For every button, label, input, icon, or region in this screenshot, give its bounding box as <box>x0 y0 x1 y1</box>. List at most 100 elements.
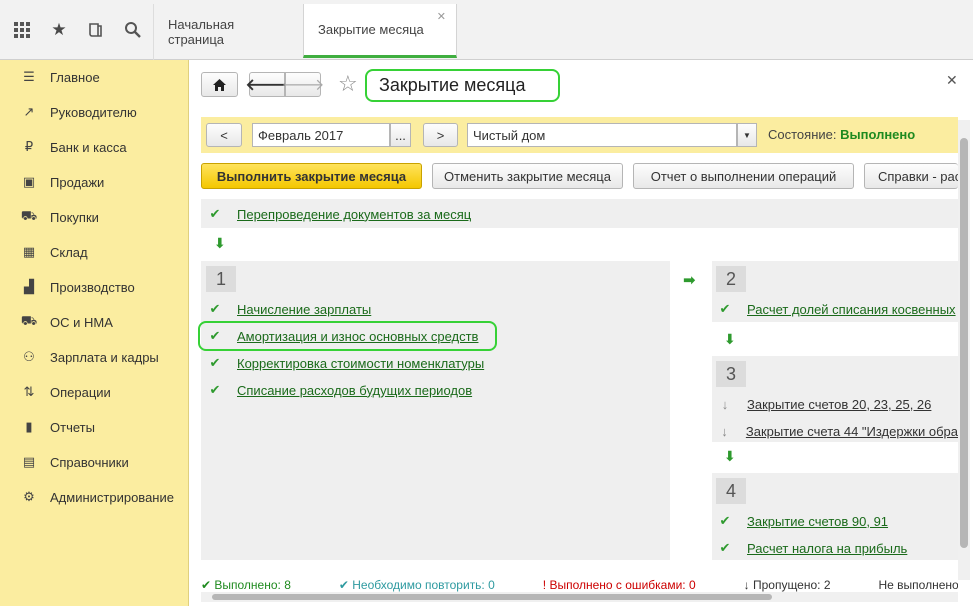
tab-month-close[interactable]: Закрытие месяца ✕ <box>303 4 457 58</box>
sidebar-item[interactable]: ⚇ Зарплата и кадры <box>0 345 189 369</box>
back-button[interactable]: 🡐 <box>246 72 288 97</box>
history-icon[interactable] <box>84 18 108 42</box>
step-item[interactable]: ↓ Закрытие счета 44 "Издержки обра <box>717 421 958 441</box>
step-item[interactable]: ✔ Расчет долей списания косвенных <box>717 299 958 319</box>
step-link[interactable]: Перепроведение документов за месяц <box>237 207 471 222</box>
sidebar-item[interactable]: ▦ Склад <box>0 240 189 264</box>
vertical-scroll-thumb[interactable] <box>960 138 968 548</box>
favorite-star-icon[interactable]: ☆ <box>338 71 358 97</box>
sidebar-item[interactable]: ▣ Продажи <box>0 170 189 194</box>
close-form-icon[interactable]: ✕ <box>946 72 958 89</box>
step-item[interactable]: ✔ Расчет налога на прибыль <box>717 538 958 558</box>
star-icon[interactable]: ★ <box>47 18 71 42</box>
legend-skipped-label: Пропущено: 2 <box>752 578 831 592</box>
apps-grid-icon[interactable] <box>10 18 34 42</box>
books-icon: ▤ <box>22 454 36 469</box>
prev-period-button[interactable]: < <box>206 123 242 147</box>
sidebar-item[interactable]: ₽ Банк и касса <box>0 135 189 159</box>
sidebar-item[interactable]: ⇅ Операции <box>0 380 189 404</box>
legend-repeat-label: Необходимо повторить: 0 <box>352 578 495 592</box>
shopping-bag-icon: ▣ <box>22 174 36 189</box>
status-label: Состояние: <box>768 127 837 142</box>
arrow-down-icon: ⬇ <box>724 448 736 464</box>
step-link[interactable]: Списание расходов будущих периодов <box>237 383 472 398</box>
legend-not-done: Не выполнено <box>879 578 959 592</box>
sidebar-item-label: Производство <box>50 279 135 295</box>
legend-skipped: ↓ Пропущено: 2 <box>743 578 831 592</box>
step-item[interactable]: ✔ Списание расходов будущих периодов <box>207 380 473 400</box>
step-link[interactable]: Закрытие счетов 90, 91 <box>747 514 888 529</box>
gear-icon: ⚙ <box>23 489 35 504</box>
arrow-right-icon: ➡ <box>683 272 696 289</box>
step-item[interactable]: ✔ Корректировка стоимости номенклатуры <box>207 353 485 373</box>
tab-home-label: Начальная страница <box>168 17 235 47</box>
references-button[interactable]: Справки - рас <box>864 163 958 189</box>
legend-not-done-label: Не выполнено <box>878 578 959 592</box>
sidebar-item-label: Продажи <box>50 174 105 190</box>
legend-errors-label: Выполнено с ошибками: 0 <box>549 578 696 592</box>
period-picker-button[interactable]: ... <box>390 123 411 147</box>
sidebar-item-label: ОС и НМА <box>50 314 113 330</box>
sidebar-item-label: Банк и касса <box>50 139 127 155</box>
tab-home[interactable]: Начальная страница <box>153 4 303 60</box>
run-month-close-button[interactable]: Выполнить закрытие месяца <box>201 163 422 189</box>
legend-done-label: Выполнено: 8 <box>214 578 291 592</box>
cart-icon: ⛟ <box>20 208 38 223</box>
check-edit-icon: ✔ <box>209 301 221 316</box>
cancel-month-close-button[interactable]: Отменить закрытие месяца <box>432 163 623 189</box>
sidebar-item[interactable]: ▮ Отчеты <box>0 415 189 439</box>
search-icon[interactable] <box>121 18 145 42</box>
sidebar-item[interactable]: ↗ Руководителю <box>0 100 189 124</box>
next-period-button[interactable]: > <box>423 123 458 147</box>
step-item[interactable]: ✔ Закрытие счетов 90, 91 <box>717 511 958 531</box>
step-link[interactable]: Закрытие счета 44 "Издержки обра <box>746 424 958 439</box>
check-icon: ✔ <box>209 206 221 221</box>
operations-report-button[interactable]: Отчет о выполнении операций <box>633 163 854 189</box>
home-button[interactable] <box>201 72 238 97</box>
arrow-down-icon: ⬇ <box>214 235 226 251</box>
step-link[interactable]: Закрытие счетов 20, 23, 25, 26 <box>747 397 931 412</box>
check-icon: ✔ <box>209 382 221 397</box>
page-title: Закрытие месяца <box>365 69 560 102</box>
organization-dropdown[interactable]: ▼ <box>737 123 757 147</box>
sidebar-item[interactable]: ▟ Производство <box>0 275 189 299</box>
arrow-down-gray-icon: ↓ <box>721 423 728 439</box>
sidebar-item[interactable]: ▤ Справочники <box>0 450 189 474</box>
period-field[interactable]: Февраль 2017 <box>252 123 390 147</box>
step-link[interactable]: Начисление зарплаты <box>237 302 371 317</box>
step-link[interactable]: Корректировка стоимости номенклатуры <box>237 356 484 371</box>
organization-field[interactable]: Чистый дом <box>467 123 737 147</box>
forward-button[interactable]: 🡒 <box>282 72 324 97</box>
sidebar-item[interactable]: ☰ Главное <box>0 65 189 89</box>
top-bar: ★ Начальная страница Закрытие месяца ✕ <box>0 0 973 60</box>
sidebar-item-label: Главное <box>50 69 100 85</box>
step-item[interactable]: ✔ Начисление зарплаты <box>207 299 372 319</box>
horizontal-scroll-thumb[interactable] <box>212 594 772 600</box>
check-icon: ✔ <box>719 301 731 316</box>
sidebar-item[interactable]: ⚙ Администрирование <box>0 485 189 509</box>
check-icon: ✔ <box>719 513 731 528</box>
sidebar-item[interactable]: ⛟ Покупки <box>0 205 189 229</box>
arrow-down-icon: ⬇ <box>724 331 736 347</box>
trend-chart-icon: ↗ <box>23 104 35 119</box>
sidebar-item[interactable]: ⛟ ОС и НМА <box>0 310 189 334</box>
step-item[interactable]: ✔ Перепроведение документов за месяц <box>207 204 472 224</box>
legend-repeat: ✔ Необходимо повторить: 0 <box>338 578 495 592</box>
sidebar-item-label: Справочники <box>50 454 129 470</box>
check-icon: ✔ <box>719 540 731 555</box>
chevron-down-icon: ▼ <box>743 130 751 140</box>
sidebar-item-label: Склад <box>50 244 88 260</box>
highlight-outline <box>198 321 497 351</box>
close-tab-icon[interactable]: ✕ <box>437 10 446 23</box>
factory-icon: ▟ <box>24 279 34 294</box>
step-link[interactable]: Расчет налога на прибыль <box>747 541 907 556</box>
sidebar-item-label: Покупки <box>50 209 99 225</box>
step-item[interactable]: ↓ Закрытие счетов 20, 23, 25, 26 <box>717 394 958 414</box>
sidebar-item-label: Руководителю <box>50 104 137 120</box>
truck-icon: ⛟ <box>20 313 38 328</box>
sidebar-item-label: Зарплата и кадры <box>50 349 159 365</box>
step-1-number: 1 <box>206 266 236 292</box>
tab-month-close-label: Закрытие месяца <box>318 22 424 37</box>
step-link[interactable]: Расчет долей списания косвенных <box>747 302 956 317</box>
sidebar-item-label: Администрирование <box>50 489 174 505</box>
